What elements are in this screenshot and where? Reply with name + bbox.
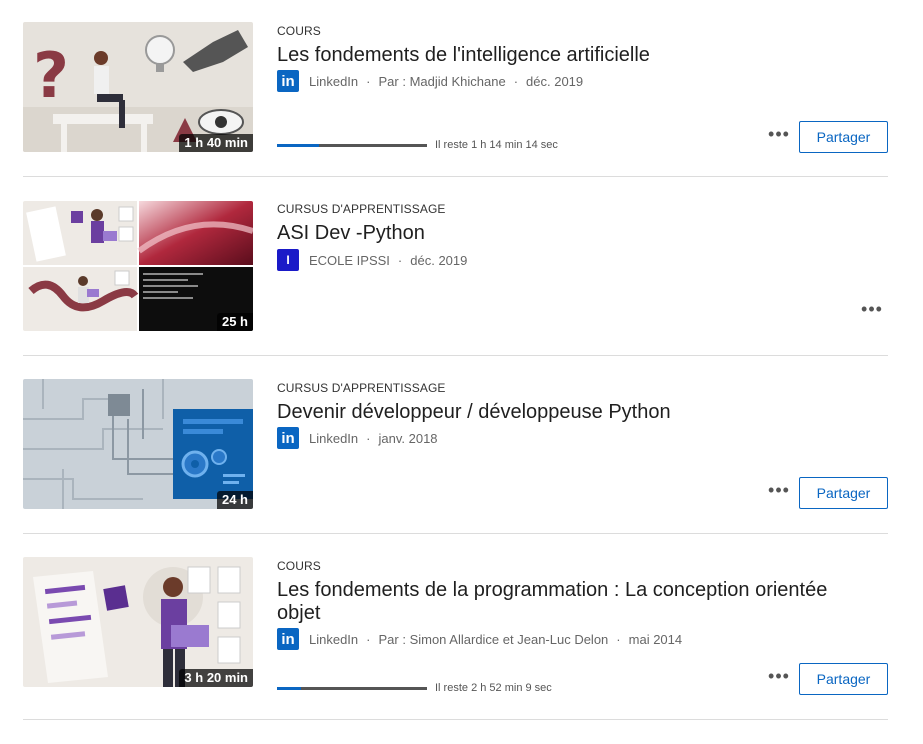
ipssi-logo-icon: I bbox=[277, 249, 299, 271]
item-divider bbox=[23, 176, 888, 177]
course-thumbnail[interactable]: ? 1 h 40 min bbox=[23, 22, 253, 152]
linkedin-logo-icon: in bbox=[277, 70, 299, 92]
ai-illustration: ? bbox=[23, 22, 253, 152]
course-meta: in LinkedIn · Par : Simon Allardice et J… bbox=[277, 628, 682, 650]
more-options-button[interactable]: ••• bbox=[766, 481, 792, 504]
path-thumbnail[interactable]: 25 h bbox=[23, 201, 253, 331]
time-remaining: Il reste 1 h 14 min 14 sec bbox=[435, 139, 558, 151]
meta-separator: · bbox=[366, 73, 371, 89]
course-meta: in LinkedIn · Par : Madjid Khichane · dé… bbox=[277, 70, 583, 92]
progress-fill bbox=[277, 144, 319, 147]
path-meta: I ECOLE IPSSI · déc. 2019 bbox=[277, 249, 467, 271]
content-type-label: CURSUS D'APPRENTISSAGE bbox=[277, 202, 446, 216]
path-meta: in LinkedIn · janv. 2018 bbox=[277, 427, 438, 449]
more-options-button[interactable]: ••• bbox=[859, 300, 885, 323]
duration-badge: 3 h 20 min bbox=[179, 669, 253, 687]
linkedin-logo-icon: in bbox=[277, 628, 299, 650]
content-type-label: COURS bbox=[277, 24, 321, 38]
meta-separator: · bbox=[397, 252, 403, 268]
item-divider bbox=[23, 719, 888, 720]
publish-date: mai 2014 bbox=[628, 631, 683, 647]
meta-separator: · bbox=[513, 73, 519, 89]
meta-separator: · bbox=[616, 631, 621, 647]
circuit-illustration bbox=[23, 379, 253, 509]
author-name: Par : Simon Allardice et Jean-Luc Delon bbox=[378, 631, 609, 647]
share-button[interactable]: Partager bbox=[799, 121, 888, 153]
share-button[interactable]: Partager bbox=[799, 663, 888, 695]
item-divider bbox=[23, 533, 888, 534]
path-thumbnail[interactable]: 24 h bbox=[23, 379, 253, 509]
provider-name: LinkedIn bbox=[309, 430, 359, 446]
content-type-label: COURS bbox=[277, 559, 321, 573]
provider-name: LinkedIn bbox=[309, 73, 359, 89]
meta-separator: · bbox=[366, 430, 371, 446]
linkedin-logo-icon: in bbox=[277, 427, 299, 449]
meta-separator: · bbox=[366, 631, 371, 647]
time-remaining: Il reste 2 h 52 min 9 sec bbox=[435, 682, 552, 694]
share-button[interactable]: Partager bbox=[799, 477, 888, 509]
item-divider bbox=[23, 355, 888, 356]
more-options-button[interactable]: ••• bbox=[766, 125, 792, 148]
author-name: Par : Madjid Khichane bbox=[378, 73, 506, 89]
path-title[interactable]: Devenir développeur / développeuse Pytho… bbox=[277, 401, 867, 424]
progress-bar bbox=[277, 144, 427, 147]
course-title[interactable]: Les fondements de la programmation : La … bbox=[277, 579, 867, 625]
publish-date: janv. 2018 bbox=[378, 430, 438, 446]
oop-illustration bbox=[23, 557, 253, 687]
progress-bar bbox=[277, 687, 427, 690]
learning-path-collage bbox=[23, 201, 253, 331]
duration-badge: 24 h bbox=[216, 491, 253, 509]
progress-fill bbox=[277, 687, 301, 690]
duration-badge: 25 h bbox=[216, 313, 253, 331]
duration-badge: 1 h 40 min bbox=[179, 134, 253, 152]
provider-name: LinkedIn bbox=[309, 631, 359, 647]
svg-text:?: ? bbox=[33, 39, 69, 112]
course-title[interactable]: Les fondements de l'intelligence artific… bbox=[277, 44, 867, 67]
provider-name: ECOLE IPSSI bbox=[309, 252, 390, 268]
more-options-button[interactable]: ••• bbox=[766, 667, 792, 690]
content-type-label: CURSUS D'APPRENTISSAGE bbox=[277, 381, 446, 395]
publish-date: déc. 2019 bbox=[410, 252, 468, 268]
path-title[interactable]: ASI Dev -Python bbox=[277, 222, 867, 245]
course-thumbnail[interactable]: 3 h 20 min bbox=[23, 557, 253, 687]
publish-date: déc. 2019 bbox=[526, 73, 584, 89]
